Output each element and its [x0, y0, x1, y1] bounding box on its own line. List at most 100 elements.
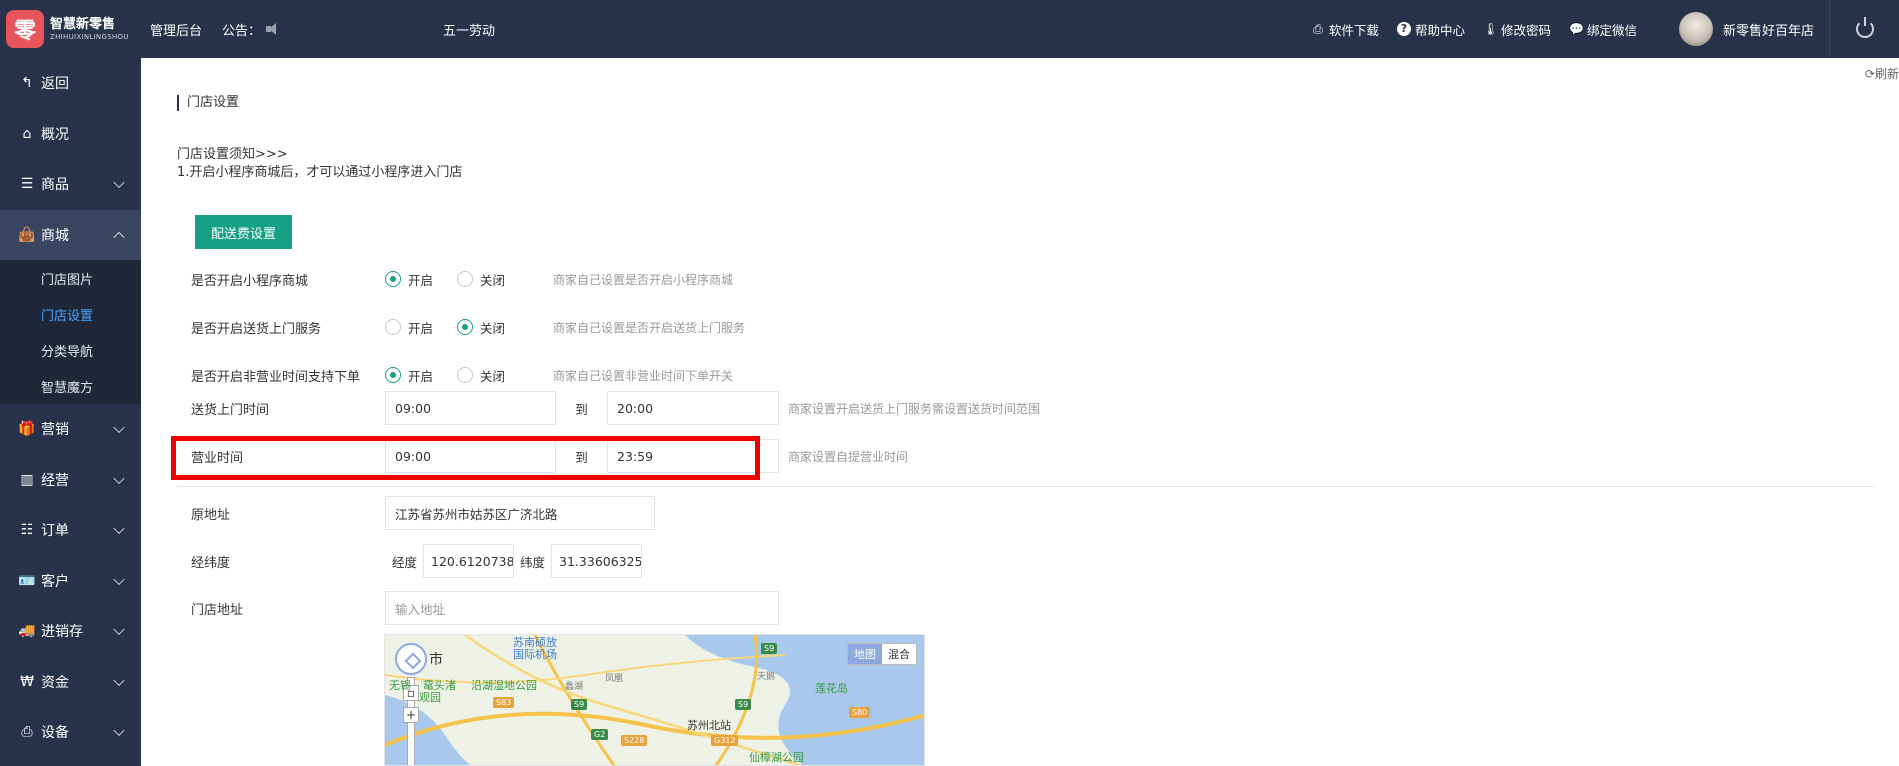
- sidebar-subitem-store-settings[interactable]: 门店设置: [0, 296, 141, 332]
- road-shield: S9: [761, 643, 778, 654]
- sidebar-item-orders[interactable]: ☷ 订单: [0, 505, 141, 556]
- sidebar-subitem-smart-cube[interactable]: 智慧魔方: [0, 368, 141, 404]
- admin-title[interactable]: 管理后台: [150, 20, 202, 39]
- printer-icon: ⎙: [21, 724, 33, 741]
- store-map[interactable]: ▫ + 地图 混合 苏南硕放 国际机场 市 无锡 沿湖湿地公园 鼋头渚 观园 苏…: [384, 634, 925, 766]
- top-header: 零 智慧新零售 ZHIHUIXINLINGSHOU 管理后台 公告： 五一劳动 …: [0, 0, 1899, 58]
- map-label: 仙樟湖公园: [749, 751, 804, 764]
- map-type-hybrid-button[interactable]: 混合: [882, 644, 916, 664]
- store-address-label: 门店地址: [191, 602, 244, 618]
- chevron-down-icon: [113, 674, 125, 686]
- map-zoom-in-button[interactable]: +: [403, 707, 419, 723]
- sidebar: ↰ 返回 ⌂ 概况 ☰ 商品 👜 商城 门店图片 门店设置 分类导航 智慧魔方 …: [0, 58, 141, 766]
- map-label: 国际机场: [513, 648, 557, 661]
- logout-button[interactable]: [1829, 0, 1899, 58]
- map-label: 天鹅: [757, 672, 776, 682]
- sidebar-item-overview[interactable]: ⌂ 概况: [0, 109, 141, 160]
- radio-checked-icon: [457, 319, 474, 335]
- map-label: 蠡湖: [565, 682, 584, 692]
- chevron-down-icon: [113, 724, 125, 737]
- off-hours-hint: 商家自己设置非营业时间下单开关: [553, 368, 734, 383]
- store-address-row: 门店地址 输入地址: [191, 591, 1849, 625]
- map-label: 无锡: [389, 679, 411, 692]
- mini-mall-radio-off[interactable]: 关闭: [457, 270, 505, 289]
- delivery-time-from-input[interactable]: 09:00: [385, 391, 556, 425]
- chevron-down-icon: [113, 421, 125, 434]
- mini-mall-hint: 商家自己设置是否开启小程序商城: [553, 272, 734, 287]
- longitude-label: 经度: [392, 554, 418, 570]
- sidebar-subitem-store-images[interactable]: 门店图片: [0, 260, 141, 296]
- chevron-up-icon: [113, 231, 125, 243]
- chevron-down-icon: [113, 176, 125, 189]
- door-service-radio-on[interactable]: 开启: [385, 318, 433, 337]
- business-time-hint: 商家设置自提营业时间: [788, 449, 909, 464]
- sidebar-item-marketing[interactable]: 🎁 营销: [0, 404, 141, 455]
- delivery-fee-settings-button[interactable]: 配送费设置: [195, 215, 292, 249]
- won-icon: ₩: [20, 673, 34, 690]
- home-icon: ⌂: [22, 125, 32, 142]
- sidebar-item-mall[interactable]: 👜 商城: [0, 209, 141, 260]
- key-icon: 🌡: [1482, 22, 1499, 36]
- chevron-down-icon: [113, 472, 125, 484]
- sidebar-item-inventory[interactable]: 🚚 进销存: [0, 606, 141, 657]
- id-card-icon: 🪪: [18, 572, 36, 589]
- sidebar-item-funds[interactable]: ₩ 资金: [0, 657, 141, 708]
- radio-unchecked-icon: [385, 319, 401, 335]
- door-service-radio-off[interactable]: 关闭: [457, 318, 505, 337]
- map-label: 苏州北站: [687, 719, 731, 732]
- map-canvas: [385, 635, 924, 765]
- map-type-switch: 地图 混合: [847, 643, 917, 665]
- user-name[interactable]: 新零售好百年店: [1723, 20, 1814, 39]
- orig-address-label: 原地址: [191, 507, 231, 523]
- chart-icon: ▥: [20, 471, 34, 488]
- lnglat-label: 经纬度: [191, 555, 231, 571]
- back-icon: ↰: [21, 75, 33, 92]
- lnglat-row: 经纬度 经度 120.61207389 纬度 31.33606325: [191, 544, 1849, 578]
- off-hours-radio-on[interactable]: 开启: [385, 366, 433, 385]
- mini-mall-label: 是否开启小程序商城: [191, 273, 309, 289]
- map-pan-control[interactable]: [395, 643, 427, 675]
- door-service-label: 是否开启送货上门服务: [191, 321, 322, 337]
- radio-unchecked-icon: [457, 367, 474, 383]
- sidebar-item-operation[interactable]: ▥ 经营: [0, 455, 141, 506]
- sidebar-subitem-category-nav[interactable]: 分类导航: [0, 332, 141, 368]
- chevron-down-icon: [113, 573, 125, 585]
- map-label: 凤凰: [605, 674, 624, 684]
- help-center-link[interactable]: ? 帮助中心: [1396, 20, 1465, 39]
- sidebar-item-devices[interactable]: ⎙ 设备: [0, 707, 141, 758]
- notice-marquee[interactable]: 五一劳动: [443, 20, 495, 39]
- longitude-input[interactable]: 120.61207389: [423, 544, 515, 578]
- section-divider: [177, 486, 1875, 487]
- change-password-link[interactable]: 🌡 修改密码: [1483, 20, 1551, 39]
- road-shield: G312: [711, 735, 739, 746]
- mini-mall-radio-on[interactable]: 开启: [385, 270, 433, 289]
- wechat-icon: 💬: [1568, 22, 1584, 36]
- map-label: 观园: [419, 691, 441, 704]
- refresh-button[interactable]: ⟳刷新: [1865, 65, 1899, 82]
- bind-wechat-link[interactable]: 💬 绑定微信: [1569, 20, 1637, 39]
- orig-address-row: 原地址 江苏省苏州市姑苏区广济北路: [191, 496, 1849, 530]
- list-icon: ☰: [20, 176, 34, 193]
- sidebar-item-goods[interactable]: ☰ 商品: [0, 159, 141, 210]
- chevron-down-icon: [113, 623, 125, 636]
- sidebar-item-back[interactable]: ↰ 返回: [0, 58, 141, 109]
- delivery-time-to-input[interactable]: 20:00: [607, 391, 779, 425]
- software-download-link[interactable]: ⎙ 软件下载: [1311, 20, 1379, 39]
- bag-icon: 👜: [18, 226, 36, 243]
- sidebar-item-customers[interactable]: 🪪 客户: [0, 556, 141, 607]
- latitude-input[interactable]: 31.33606325: [551, 544, 643, 578]
- settings-notice-line: 1.开启小程序商城后，才可以通过小程序进入门店: [177, 165, 463, 180]
- radio-unchecked-icon: [457, 271, 474, 287]
- road-shield: S80: [849, 707, 871, 718]
- delivery-time-hint: 商家设置开启送货上门服务需设置送货时间范围: [788, 401, 1041, 416]
- off-hours-radio-off[interactable]: 关闭: [457, 366, 505, 385]
- orig-address-input[interactable]: 江苏省苏州市姑苏区广济北路: [385, 496, 655, 530]
- avatar[interactable]: [1678, 12, 1713, 46]
- latitude-label: 纬度: [520, 554, 546, 570]
- map-label: 市: [429, 652, 443, 668]
- delivery-time-to-label: 到: [575, 401, 588, 417]
- store-address-input[interactable]: 输入地址: [385, 591, 779, 625]
- logo[interactable]: 零 智慧新零售 ZHIHUIXINLINGSHOU: [0, 0, 141, 58]
- map-type-map-button[interactable]: 地图: [848, 644, 882, 664]
- road-shield: S228: [621, 735, 648, 746]
